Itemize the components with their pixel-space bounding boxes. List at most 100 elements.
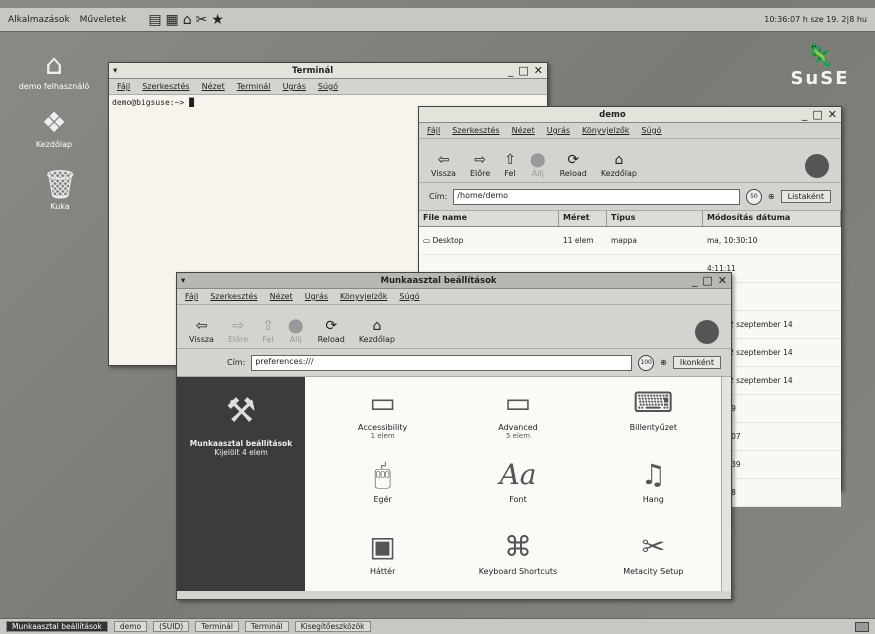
menu-edit[interactable]: Szerkesztés [452, 126, 499, 135]
minimize-icon[interactable]: _ [692, 274, 698, 287]
item-font[interactable]: Aa Font [450, 455, 585, 527]
reload-icon: ⟳ [567, 152, 580, 168]
menu-edit[interactable]: Szerkesztés [142, 82, 189, 91]
up-button[interactable]: ⇧ Fel [504, 151, 516, 178]
task-terminal[interactable]: Terminál [195, 621, 239, 632]
menu-view[interactable]: Nézet [270, 292, 293, 301]
preferences-tools-icon: ⚒ [225, 391, 257, 431]
minimize-icon[interactable]: _ [508, 64, 514, 77]
menu-help[interactable]: Súgó [318, 82, 338, 91]
menu-file[interactable]: Fájl [185, 292, 198, 301]
location-label: Cím: [429, 192, 448, 201]
task-preferences[interactable]: Munkaasztal beállítások [6, 621, 108, 632]
view-select[interactable]: Ikonként [672, 356, 721, 369]
home-button[interactable]: ⌂ Kezdőlap [359, 317, 395, 344]
maximize-icon[interactable]: □ [518, 64, 528, 77]
back-button[interactable]: ⇦ Vissza [189, 317, 214, 344]
task-suid[interactable]: (SUID) [153, 621, 190, 632]
menu-go[interactable]: Ugrás [547, 126, 570, 135]
column-size[interactable]: Méret [559, 211, 607, 226]
menu-help[interactable]: Súgó [641, 126, 661, 135]
task-accessibility[interactable]: Kisegítőeszközök [294, 621, 371, 632]
column-date[interactable]: Módosítás dátuma [703, 211, 841, 226]
zoom-in-icon[interactable]: ⊕ [768, 192, 775, 201]
menu-terminal[interactable]: Terminál [237, 82, 271, 91]
zoom-level[interactable]: 100 [638, 354, 655, 371]
forward-button[interactable]: ⇨ Előre [228, 317, 248, 344]
bottom-panel: Munkaasztal beállítások demo (SUID) Term… [0, 618, 875, 634]
back-button[interactable]: ⇦ Vissza [431, 151, 456, 178]
start-here-icon: ❖ [41, 106, 67, 139]
menu-go[interactable]: Ugrás [283, 82, 306, 91]
menu-go[interactable]: Ugrás [305, 292, 328, 301]
demo-titlebar[interactable]: demo _ □ ✕ [419, 107, 841, 123]
menu-file[interactable]: Fájl [427, 126, 440, 135]
task-demo[interactable]: demo [113, 621, 148, 632]
metacity-icon: ✂ [641, 530, 666, 563]
vertical-scrollbar[interactable] [721, 377, 731, 591]
launcher-terminal-icon[interactable]: ▤ [148, 12, 161, 28]
desktop-home[interactable]: ⌂ demo felhasználó [14, 48, 94, 91]
view-select[interactable]: Listaként [780, 190, 831, 203]
item-metacity-setup[interactable]: ✂ Metacity Setup [586, 527, 721, 599]
table-row[interactable]: ▭ Desktop 11 elem mappa ma, 10:30:10 [419, 227, 841, 255]
launcher-star-icon[interactable]: ★ [211, 12, 224, 28]
menu-view[interactable]: Nézet [202, 82, 225, 91]
up-button[interactable]: ⇧ Fel [262, 317, 274, 344]
zoom-in-icon[interactable]: ⊕ [660, 358, 667, 367]
item-sound[interactable]: ♫ Hang [586, 455, 721, 527]
stop-button[interactable]: ⬤ Állj [288, 317, 304, 344]
desktop: Alkalmazások Műveletek ▤ ▦ ⌂ ✂ ★ 10:36:0… [0, 0, 875, 634]
item-advanced[interactable]: ▭ Advanced 5 elem [450, 383, 585, 455]
item-mouse[interactable]: 🖱 Egér [315, 455, 450, 527]
item-keyboard-shortcuts[interactable]: ⌘ Keyboard Shortcuts [450, 527, 585, 599]
location-input[interactable]: /home/demo [453, 188, 740, 205]
menu-help[interactable]: Súgó [399, 292, 419, 301]
preferences-titlebar[interactable]: ▾ Munkaasztal beállítások _ □ ✕ [177, 273, 731, 289]
sound-icon: ♫ [640, 458, 666, 491]
desktop-icon-label: Kuka [50, 202, 70, 211]
launcher-tools-icon[interactable]: ✂ [196, 12, 208, 28]
keyboard-icon: ⌨ [633, 386, 674, 419]
column-type[interactable]: Típus [607, 211, 703, 226]
actions-menu[interactable]: Műveletek [80, 15, 127, 25]
clock[interactable]: 10:36:07 h sze 19. 2|8 hu [764, 15, 867, 24]
forward-button[interactable]: ⇨ Előre [470, 151, 490, 178]
menu-edit[interactable]: Szerkesztés [210, 292, 257, 301]
item-keyboard[interactable]: ⌨ Billentyűzet [586, 383, 721, 455]
close-icon[interactable]: ✕ [534, 64, 543, 77]
minimize-icon[interactable]: _ [802, 108, 808, 121]
close-icon[interactable]: ✕ [828, 108, 837, 121]
side-pane-subtitle: Kijelölt 4 elem [214, 448, 268, 457]
close-icon[interactable]: ✕ [718, 274, 727, 287]
preferences-window[interactable]: ▾ Munkaasztal beállítások _ □ ✕ Fájl Sze… [176, 272, 732, 600]
terminal-titlebar[interactable]: ▾ Terminál _ □ ✕ [109, 63, 547, 79]
home-button[interactable]: ⌂ Kezdőlap [601, 151, 637, 178]
applications-menu[interactable]: Alkalmazások [8, 15, 70, 25]
maximize-icon[interactable]: □ [702, 274, 712, 287]
desktop-start-here[interactable]: ❖ Kezdőlap [14, 106, 94, 149]
location-label: Cím: [227, 358, 246, 367]
launcher-browser-icon[interactable]: ▦ [166, 12, 179, 28]
reload-button[interactable]: ⟳ Reload [318, 317, 345, 344]
desktop-trash[interactable]: 🗑 Kuka [20, 168, 100, 211]
menu-bookmarks[interactable]: Könyvjelzők [340, 292, 387, 301]
menu-file[interactable]: Fájl [117, 82, 130, 91]
maximize-icon[interactable]: □ [812, 108, 822, 121]
item-background[interactable]: ▣ Háttér [315, 527, 450, 599]
desktop-icon-label: demo felhasználó [18, 82, 90, 91]
menu-bookmarks[interactable]: Könyvjelzők [582, 126, 629, 135]
menu-view[interactable]: Nézet [512, 126, 535, 135]
task-terminal-2[interactable]: Terminál [244, 621, 289, 632]
zoom-level[interactable]: 50 [745, 188, 762, 205]
back-arrow-icon: ⇦ [195, 318, 208, 334]
reload-button[interactable]: ⟳ Reload [560, 151, 587, 178]
workspace-switcher-icon[interactable] [855, 621, 869, 632]
item-accessibility[interactable]: ▭ Accessibility 1 elem [315, 383, 450, 455]
location-input[interactable]: preferences:/// [251, 354, 633, 371]
launcher-home-icon[interactable]: ⌂ [183, 12, 192, 28]
column-name[interactable]: File name [419, 211, 559, 226]
folder-icon: ▭ [369, 386, 396, 419]
stop-button[interactable]: ⬤ Állj [530, 151, 546, 178]
terminal-prompt: demo@bigsuse:~> █ [112, 98, 194, 107]
